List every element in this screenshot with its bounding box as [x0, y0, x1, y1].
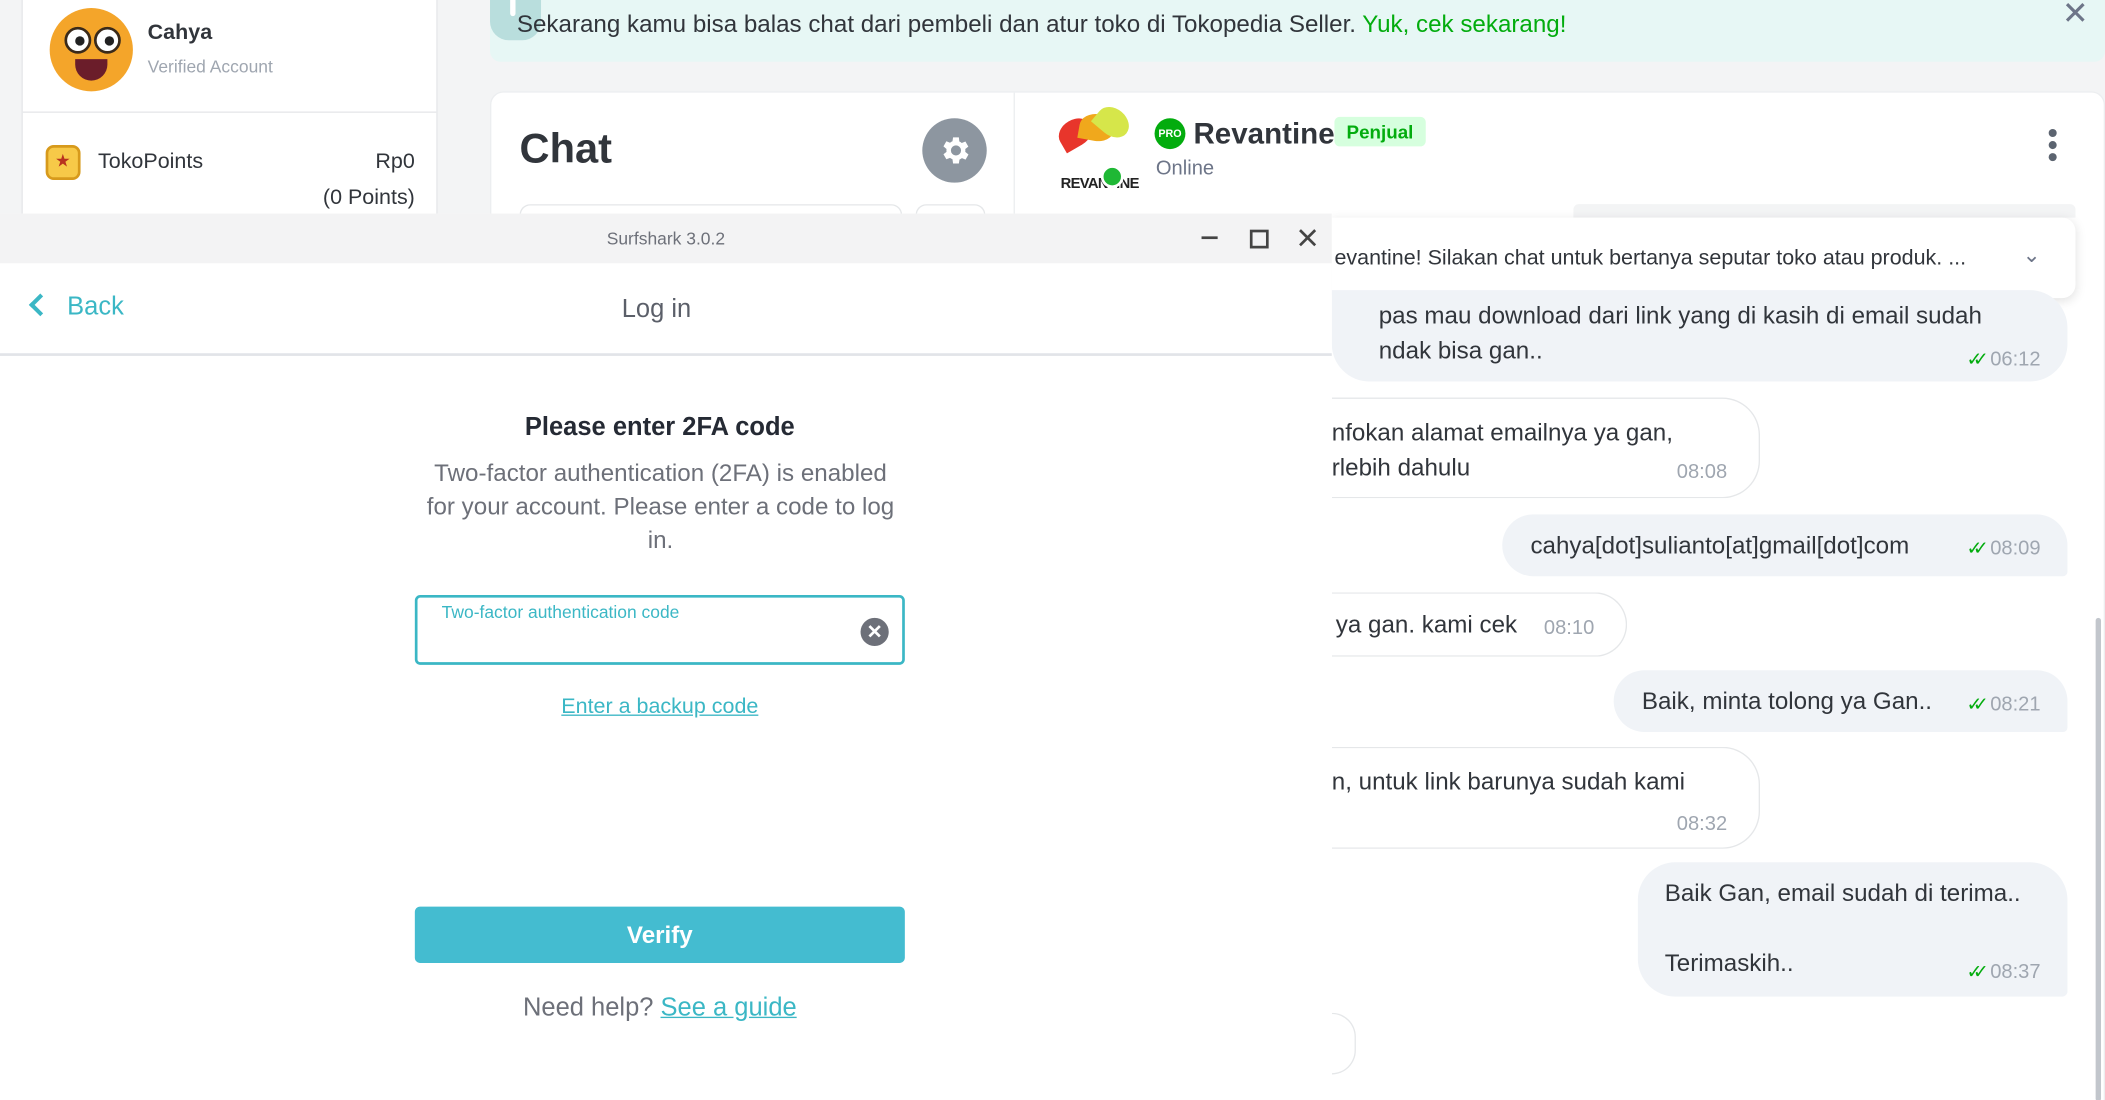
window-title: Surfshark 3.0.2 [606, 228, 726, 249]
gear-icon[interactable] [922, 118, 987, 183]
see-guide-link[interactable]: See a guide [661, 994, 797, 1022]
banner-link[interactable]: Yuk, cek sekarang! [1362, 11, 1566, 38]
read-receipt-icon: ✓✓ [1966, 347, 1990, 370]
avatar [49, 8, 133, 92]
twofa-code-input[interactable] [438, 627, 842, 660]
help-row: Need help? See a guide [0, 994, 1320, 1024]
tokopoints-label[interactable]: TokoPoints [98, 150, 203, 174]
maximize-icon[interactable] [1242, 223, 1274, 253]
twofa-description: Two-factor authentication (2FA) is enabl… [426, 459, 895, 554]
page-title: Log in [621, 295, 692, 324]
kebab-icon[interactable] [2042, 128, 2063, 169]
close-window-icon[interactable] [1291, 223, 1323, 253]
pinned-text: evantine! Silakan chat untuk bertanya se… [1334, 247, 1967, 270]
seller-app-banner: Sekarang kamu bisa balas chat dari pembe… [490, 0, 2105, 62]
read-receipt-icon: ✓✓ [1966, 537, 1990, 559]
twofa-code-field[interactable]: Two-factor authentication code [414, 594, 905, 665]
minimize-icon[interactable] [1193, 223, 1225, 253]
clear-icon[interactable] [860, 617, 889, 647]
tokopoints-icon [45, 145, 81, 180]
window-titlebar[interactable]: Surfshark 3.0.2 [0, 213, 1332, 264]
backup-code-link-row: Enter a backup code [0, 696, 1320, 720]
shop-name[interactable]: Revantine [1193, 117, 1334, 152]
online-status-dot [1100, 165, 1124, 189]
message-bubble: ya gan. kami cek 08:10 [1331, 592, 1628, 657]
message-list: evantine! Silakan chat untuk bertanya se… [1331, 201, 2105, 1100]
message-bubble [1331, 1012, 1356, 1075]
backup-code-link[interactable]: Enter a backup code [561, 696, 758, 719]
help-text: Need help? [522, 993, 661, 1023]
message-bubble: cahya[dot]sulianto[at]gmail[dot]com ✓✓ 0… [1502, 514, 2068, 577]
twofa-code-label: Two-factor authentication code [441, 601, 680, 622]
nav-bar: Back Log in [0, 263, 1332, 356]
chat-title: Chat [519, 124, 613, 172]
profile-name: Cahya [147, 21, 213, 45]
shop-status: Online [1155, 157, 1215, 180]
message-bubble: pas mau download dari link yang di kasih… [1331, 290, 2068, 382]
message-bubble: nfokan alamat emailnya ya gan, rlebih da… [1331, 397, 1761, 499]
message-bubble: Baik, minta tolong ya Gan.. ✓✓ 08:21 [1613, 670, 2068, 732]
pro-badge-icon: PRO [1154, 118, 1186, 150]
twofa-heading: Please enter 2FA code [524, 413, 795, 442]
tokopoints-balance: Rp0 [375, 150, 415, 174]
read-receipt-icon: ✓✓ [1966, 693, 1990, 715]
seller-badge: Penjual [1334, 116, 1426, 147]
close-icon[interactable]: ✕ [2062, 0, 2089, 34]
verified-account-label: Verified Account [147, 56, 273, 77]
chevron-down-icon[interactable]: ⌄ [2023, 242, 2041, 269]
message-bubble: n, untuk link barunya sudah kami 08:32 [1331, 746, 1761, 849]
message-bubble: Baik Gan, email sudah di terima.. Terima… [1637, 862, 2068, 997]
tokopoints-count: (0 Points) [322, 186, 415, 210]
verify-button[interactable]: Verify [414, 906, 905, 964]
read-receipt-icon: ✓✓ [1966, 960, 1990, 982]
surfshark-window: Surfshark 3.0.2 Back Log in Please enter… [0, 213, 1332, 1100]
profile-card[interactable]: Cahya Verified Account [22, 0, 437, 113]
pinned-shop-message[interactable]: evantine! Silakan chat untuk bertanya se… [1331, 217, 2076, 299]
banner-text: Sekarang kamu bisa balas chat dari pembe… [516, 10, 1567, 38]
